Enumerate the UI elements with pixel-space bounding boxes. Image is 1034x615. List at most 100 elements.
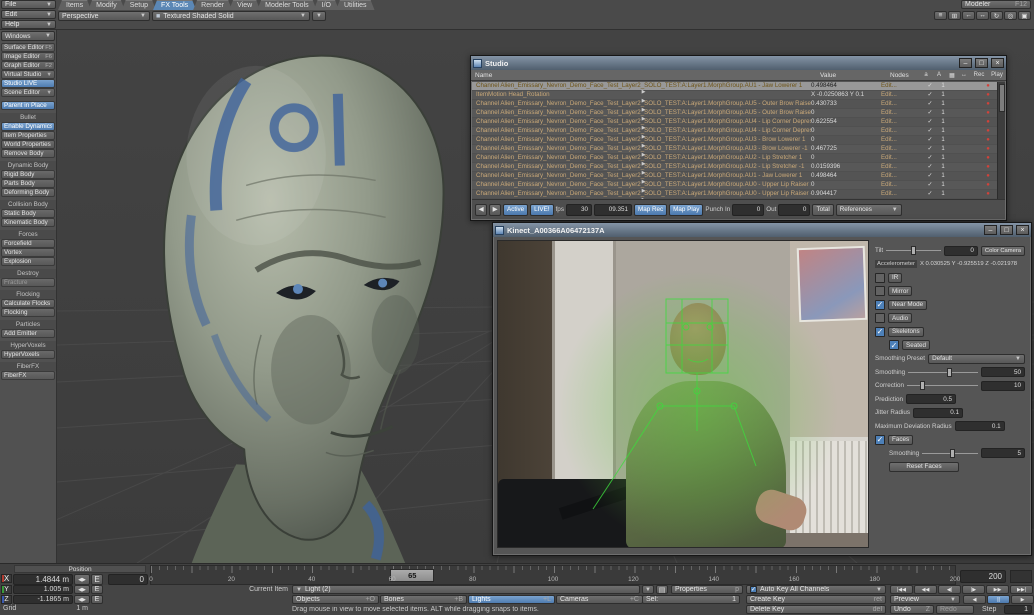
slider-handle[interactable]: [920, 381, 925, 390]
channel-nodes[interactable]: Edit...: [881, 172, 911, 179]
x-nudge-buttons[interactable]: ◀▶: [74, 574, 90, 585]
faces-checkbox[interactable]: ✓: [875, 435, 885, 445]
active-check-icon[interactable]: ✓: [923, 181, 937, 188]
active-check-icon[interactable]: ✓: [923, 136, 937, 143]
zoom-icon[interactable]: ◎: [1004, 11, 1017, 20]
smoothing-slider[interactable]: [908, 368, 978, 377]
z-envelope-button[interactable]: E: [91, 595, 103, 604]
faces-smoothing-slider[interactable]: [922, 449, 978, 458]
channel-nodes[interactable]: Edit...: [881, 118, 911, 125]
file-menu[interactable]: File▼: [1, 0, 56, 9]
live-button[interactable]: LIVE!: [530, 204, 553, 216]
pause-button[interactable]: ||: [987, 595, 1010, 604]
record-icon[interactable]: ●: [979, 128, 997, 134]
record-icon[interactable]: ●: [979, 155, 997, 161]
channel-row[interactable]: Channel Alien_Emissary_Nevron_Demo_Face_…: [472, 154, 997, 163]
sidebar-item-scene-editor[interactable]: Scene Editor▼: [1, 88, 55, 97]
sidebar-item-parent-in-place[interactable]: Parent in Place: [1, 101, 55, 110]
sidebar-item-add-emitter[interactable]: Add Emitter: [1, 329, 55, 338]
slider-handle[interactable]: [947, 368, 952, 377]
go-to-start-button[interactable]: |◀◀: [890, 585, 913, 594]
skeletons-toggle[interactable]: Skeletons: [888, 327, 924, 337]
sidebar-item-studio-live[interactable]: Studio LIVE: [1, 79, 55, 88]
channel-row[interactable]: Channel Alien_Emissary_Nevron_Demo_Face_…: [472, 181, 997, 190]
tab-render[interactable]: Render: [193, 0, 232, 10]
channel-row[interactable]: Channel Alien_Emissary_Nevron_Demo_Face_…: [472, 190, 997, 199]
viewport-extra-dropdown[interactable]: ▼: [312, 11, 326, 21]
windows-menu[interactable]: Windows▼: [1, 31, 55, 41]
studio-titlebar[interactable]: Studio – □ ×: [471, 56, 1006, 70]
sidebar-item-fracture[interactable]: Fracture: [1, 278, 55, 287]
channel-nodes[interactable]: Edit...: [881, 100, 911, 107]
channel-nodes[interactable]: Edit...: [881, 190, 911, 197]
active-check-icon[interactable]: ✓: [923, 172, 937, 179]
channel-row[interactable]: Channel Alien_Emissary_Nevron_Demo_Face_…: [472, 145, 997, 154]
tab-modify[interactable]: Modify: [88, 0, 125, 10]
tilt-field[interactable]: 0: [944, 246, 978, 256]
page-next-button[interactable]: ▶: [489, 204, 501, 216]
sidebar-item-remove-body[interactable]: Remove Body: [1, 149, 55, 158]
maximum-deviation-radius-field[interactable]: 0.1: [955, 421, 1005, 431]
sidebar-item-hypervoxels[interactable]: HyperVoxels: [1, 350, 55, 359]
tab-setup[interactable]: Setup: [122, 0, 156, 10]
item-tab-objects[interactable]: Objects+O: [292, 595, 379, 604]
frame-ruler[interactable]: 65 020406080100120140160180200: [150, 565, 956, 585]
active-check-icon[interactable]: ✓: [923, 118, 937, 125]
kinect-titlebar[interactable]: Kinect_A00366A06472137A – □ ×: [493, 223, 1031, 237]
current-item-dropdown[interactable]: ▼Light (2): [292, 585, 640, 594]
channel-nodes[interactable]: Edit...: [881, 145, 911, 152]
prev-keyframe-button[interactable]: ◀◀: [914, 585, 937, 594]
channel-nodes[interactable]: Edit...: [881, 109, 911, 116]
delete-key-button[interactable]: Delete Keydel: [746, 605, 886, 614]
out-field[interactable]: 0: [778, 204, 810, 216]
channel-nodes[interactable]: Edit...: [881, 181, 911, 188]
minimize-icon[interactable]: –: [959, 58, 972, 68]
select-icon[interactable]: ▣: [1018, 11, 1031, 20]
end-frame-field[interactable]: 200: [960, 570, 1006, 583]
frame-slider-handle[interactable]: 65: [390, 569, 434, 582]
maximize-icon[interactable]: □: [1000, 225, 1013, 235]
near-mode-toggle[interactable]: Near Mode: [888, 300, 927, 310]
mirror-checkbox[interactable]: [875, 286, 885, 296]
references-dropdown[interactable]: References▼: [836, 204, 902, 216]
channel-row[interactable]: Channel Alien_Emissary_Nevron_Demo_Face_…: [472, 127, 997, 136]
next-keyframe-button[interactable]: ▶▶: [986, 585, 1009, 594]
active-check-icon[interactable]: ✓: [923, 154, 937, 161]
mirror-toggle[interactable]: Mirror: [888, 286, 912, 296]
seated-checkbox[interactable]: ✓: [889, 340, 899, 350]
smoothing-preset-dropdown[interactable]: Default▼: [928, 354, 1025, 364]
rotate-icon[interactable]: ↻: [990, 11, 1003, 20]
active-check-icon[interactable]: ✓: [923, 163, 937, 170]
correction-slider[interactable]: [907, 381, 978, 390]
tab-utilities[interactable]: Utilities: [336, 0, 375, 10]
properties-button[interactable]: Propertiesp: [671, 585, 743, 594]
item-tab-cameras[interactable]: Cameras+C: [556, 595, 643, 604]
record-icon[interactable]: ●: [979, 119, 997, 125]
item-tab-lights[interactable]: Lights+L: [468, 595, 555, 604]
sidebar-item-static-body[interactable]: Static Body: [1, 209, 55, 218]
record-icon[interactable]: ●: [979, 83, 997, 89]
item-list-icon[interactable]: ▤: [656, 585, 668, 594]
x-envelope-button[interactable]: E: [91, 574, 103, 585]
sidebar-item-image-editor[interactable]: Image EditorF6: [1, 52, 55, 61]
minimize-icon[interactable]: –: [984, 225, 997, 235]
near-mode-checkbox[interactable]: ✓: [875, 300, 885, 310]
channel-row[interactable]: Channel Alien_Emissary_Nevron_Demo_Face_…: [472, 82, 997, 91]
sidebar-item-calculate-flocks[interactable]: Calculate Flocks: [1, 299, 55, 308]
ir-toggle[interactable]: IR: [888, 273, 902, 283]
x-position-field[interactable]: 1.4844 m: [13, 574, 73, 585]
start-frame-field[interactable]: 0: [108, 574, 148, 585]
channel-row[interactable]: Channel Alien_Emissary_Nevron_Demo_Face_…: [472, 118, 997, 127]
modeler-button[interactable]: ModelerF12: [961, 0, 1031, 9]
record-icon[interactable]: ●: [979, 146, 997, 152]
channel-row[interactable]: Channel Alien_Emissary_Nevron_Demo_Face_…: [472, 109, 997, 118]
channel-nodes[interactable]: Edit...: [881, 127, 911, 134]
channel-row[interactable]: Channel Alien_Emissary_Nevron_Demo_Face_…: [472, 100, 997, 109]
audio-checkbox[interactable]: [875, 313, 885, 323]
active-check-icon[interactable]: ✓: [923, 82, 937, 89]
seated-toggle[interactable]: Seated: [902, 340, 930, 350]
sidebar-item-surface-editor[interactable]: Surface EditorF5: [1, 43, 55, 52]
maximize-icon[interactable]: □: [975, 58, 988, 68]
sidebar-item-explosion[interactable]: Explosion: [1, 257, 55, 266]
sidebar-item-item-properties[interactable]: Item Properties: [1, 131, 55, 140]
